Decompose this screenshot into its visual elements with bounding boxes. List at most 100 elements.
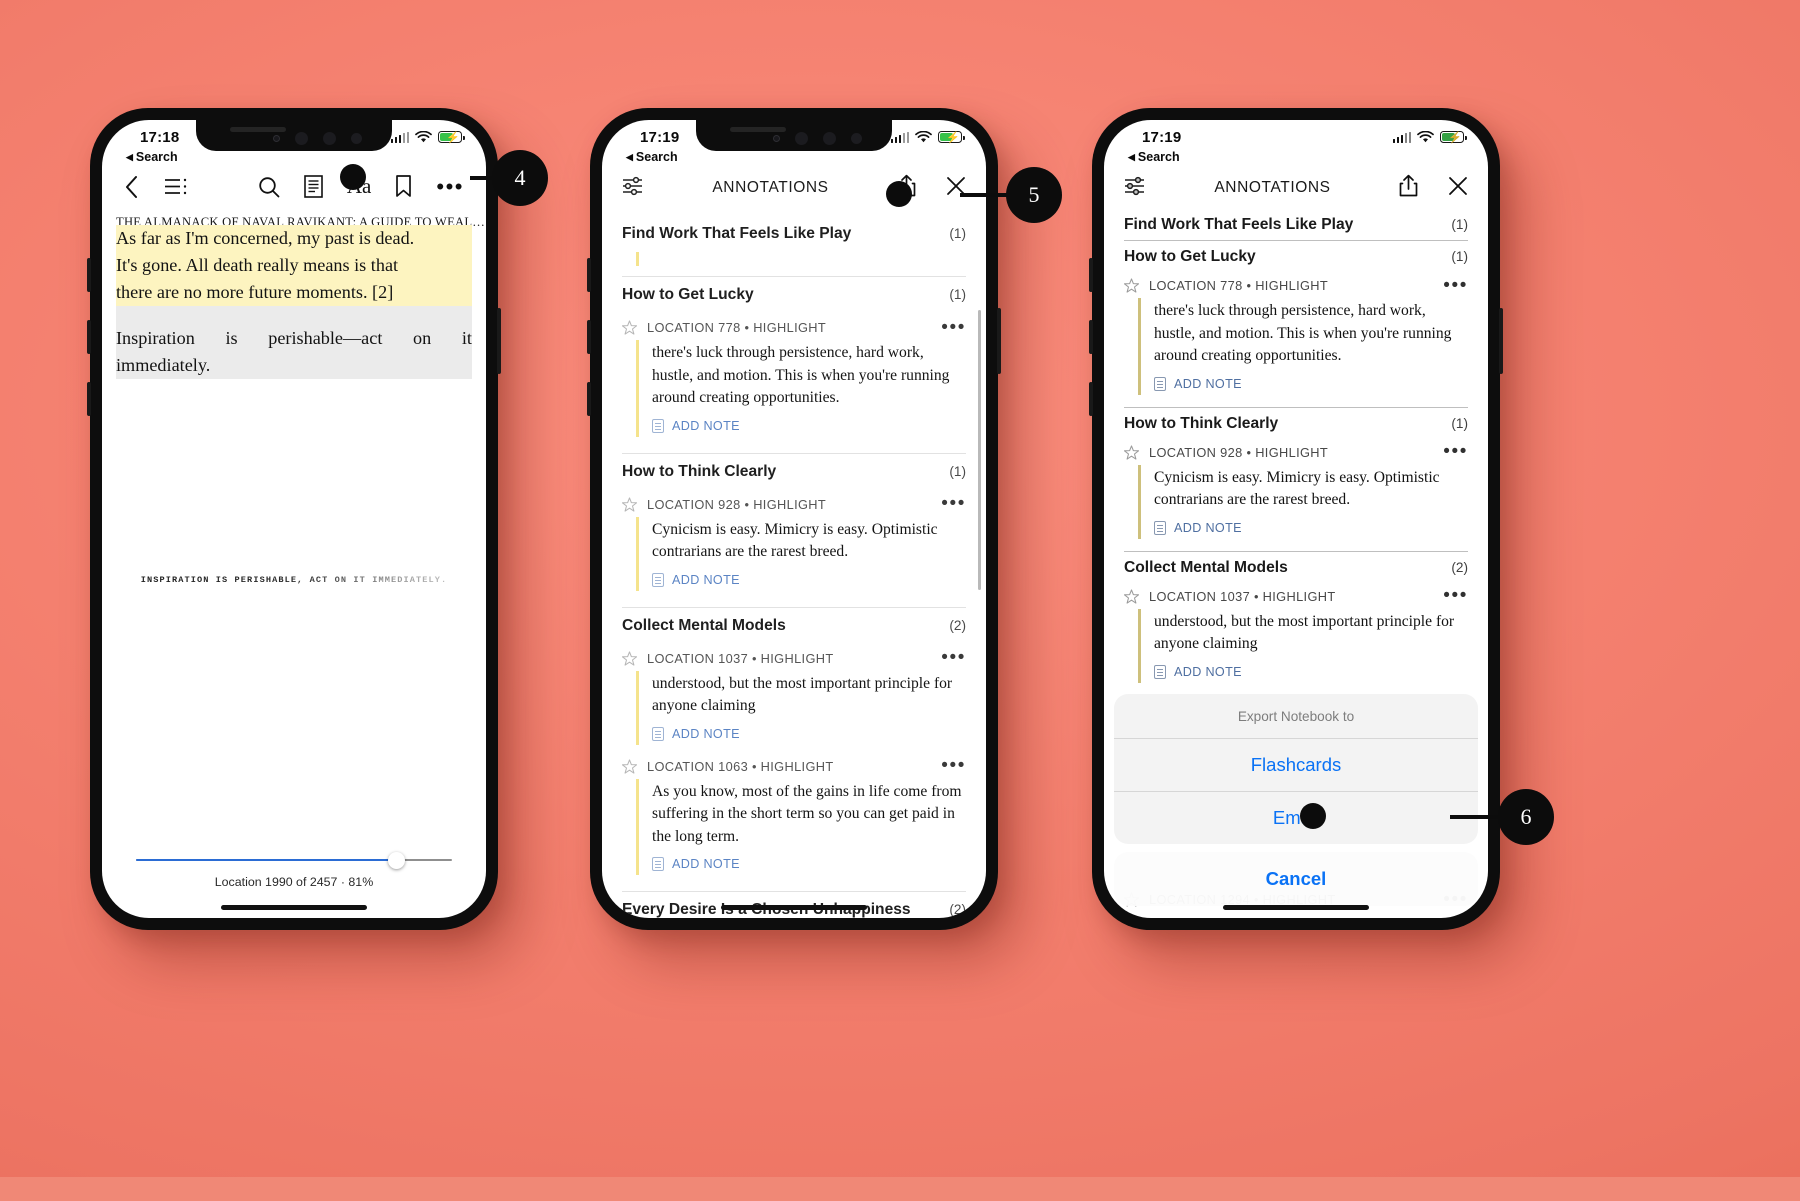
star-icon[interactable] bbox=[621, 496, 638, 512]
table-of-contents-icon[interactable] bbox=[165, 178, 187, 195]
chapter-header[interactable]: Find Work That Feels Like Play (1) bbox=[602, 216, 986, 252]
reader-toolbar: Aa ••• bbox=[102, 164, 486, 205]
add-note-label: ADD NOTE bbox=[1174, 520, 1242, 535]
chapter-header[interactable]: Collect Mental Models (2) bbox=[602, 608, 986, 644]
wifi-icon bbox=[915, 130, 932, 142]
chapter-header[interactable]: Find Work That Feels Like Play (1) bbox=[1104, 212, 1488, 240]
star-icon[interactable] bbox=[621, 758, 638, 774]
chapter-count: (1) bbox=[1451, 217, 1468, 232]
more-horizontal-icon[interactable]: ••• bbox=[941, 318, 966, 337]
camera-icon-2 bbox=[323, 132, 336, 145]
more-horizontal-icon[interactable]: ••• bbox=[941, 648, 966, 667]
notebook-icon[interactable] bbox=[304, 175, 323, 198]
close-icon[interactable] bbox=[1448, 176, 1468, 201]
note-location: LOCATION 928 • HIGHLIGHT bbox=[1149, 444, 1329, 460]
more-horizontal-icon[interactable]: ••• bbox=[1443, 442, 1468, 461]
status-indicators: ⚡ bbox=[390, 130, 465, 144]
more-horizontal-icon[interactable]: ••• bbox=[1443, 276, 1468, 295]
home-indicator[interactable] bbox=[221, 905, 367, 910]
camera-icon-1 bbox=[795, 132, 808, 145]
cellular-signal-icon bbox=[390, 131, 409, 143]
reading-progress-slider[interactable] bbox=[124, 851, 464, 869]
battery-charging-icon: ⚡ bbox=[438, 131, 465, 144]
note-text: there's luck through persistence, hard w… bbox=[1154, 302, 1452, 364]
callout-badge-6: 6 bbox=[1498, 789, 1554, 845]
note-page-icon bbox=[1154, 664, 1166, 679]
more-horizontal-icon[interactable]: ••• bbox=[941, 494, 966, 513]
note-location: LOCATION 1037 • HIGHLIGHT bbox=[1149, 588, 1336, 604]
export-flashcards-button[interactable]: Flashcards bbox=[1114, 738, 1478, 791]
status-time: 17:18 bbox=[140, 128, 180, 146]
bookmark-icon[interactable] bbox=[395, 175, 412, 198]
note-body: there's luck through persistence, hard w… bbox=[636, 340, 966, 437]
star-icon[interactable] bbox=[1123, 588, 1140, 604]
chapter-header[interactable]: How to Get Lucky (1) bbox=[1104, 241, 1488, 271]
note-text: understood, but the most important princ… bbox=[652, 674, 953, 715]
add-note-button[interactable]: ADD NOTE bbox=[1154, 520, 1468, 535]
clipped-note-stub bbox=[636, 252, 966, 266]
camera-icon-3 bbox=[351, 133, 362, 144]
location-text: Location 1990 of 2457 · 81% bbox=[214, 875, 374, 889]
notch bbox=[196, 120, 392, 151]
chapter-header[interactable]: How to Think Clearly (1) bbox=[1104, 408, 1488, 438]
filter-sliders-icon[interactable] bbox=[1124, 176, 1146, 201]
close-icon[interactable] bbox=[946, 176, 966, 201]
filter-sliders-icon[interactable] bbox=[622, 176, 644, 201]
chapter-header[interactable]: Collect Mental Models (2) bbox=[1104, 552, 1488, 582]
share-icon[interactable] bbox=[1399, 174, 1418, 202]
add-note-label: ADD NOTE bbox=[672, 726, 740, 741]
add-note-button[interactable]: ADD NOTE bbox=[1154, 664, 1468, 679]
note-body: understood, but the most important princ… bbox=[636, 670, 966, 745]
more-horizontal-icon[interactable]: ••• bbox=[1443, 586, 1468, 605]
chapter-header[interactable]: How to Get Lucky (1) bbox=[602, 277, 986, 313]
page-title: ANNOTATIONS bbox=[1214, 179, 1331, 196]
chapter-name: How to Think Clearly bbox=[1124, 414, 1279, 432]
sensor-dot-icon bbox=[273, 135, 280, 142]
phone-1-reader: 17:18 ⚡ ◀ Search ••• THE ALMANACK OF NAV… bbox=[87, 108, 501, 930]
note-header: LOCATION 778 • HIGHLIGHT ••• bbox=[602, 313, 986, 338]
battery-charging-icon: ⚡ bbox=[1440, 131, 1467, 144]
chapter-name: How to Think Clearly bbox=[622, 462, 777, 480]
chapter-count: (2) bbox=[949, 902, 966, 917]
phone-2-screen: 17:19 ⚡ ◀ Search ANNOTATIONS Find Work T… bbox=[602, 120, 986, 918]
note-header: LOCATION 1037 • HIGHLIGHT ••• bbox=[602, 644, 986, 669]
bottom-strip bbox=[0, 1177, 1800, 1201]
home-indicator[interactable] bbox=[721, 905, 867, 910]
scrollbar[interactable] bbox=[977, 310, 981, 590]
chevron-left-icon[interactable] bbox=[124, 175, 139, 199]
sheet-options-group: Export Notebook to Flashcards Email bbox=[1114, 694, 1478, 844]
more-horizontal-icon[interactable]: ••• bbox=[941, 756, 966, 775]
chapter-count: (1) bbox=[949, 463, 966, 479]
selection-band bbox=[116, 306, 472, 325]
earpiece-speaker bbox=[230, 127, 286, 132]
star-icon[interactable] bbox=[621, 320, 638, 335]
export-email-button[interactable]: Email bbox=[1114, 791, 1478, 844]
annotations-list[interactable]: Find Work That Feels Like Play (1) How t… bbox=[602, 216, 986, 918]
sheet-title: Export Notebook to bbox=[1237, 709, 1355, 724]
chapter-count: (1) bbox=[1451, 415, 1468, 431]
chapter-header[interactable]: How to Think Clearly (1) bbox=[602, 454, 986, 490]
callout-badge-5: 5 bbox=[1006, 167, 1062, 223]
star-icon[interactable] bbox=[621, 650, 638, 666]
slider-knob[interactable] bbox=[388, 851, 405, 869]
reader-footer: Location 1990 of 2457 · 81% bbox=[102, 851, 486, 918]
add-note-button[interactable]: ADD NOTE bbox=[652, 857, 966, 871]
home-indicator[interactable] bbox=[1223, 905, 1369, 910]
note-text: Cynicism is easy. Mimicry is easy. Optim… bbox=[1154, 468, 1440, 509]
status-indicators: ⚡ bbox=[890, 130, 965, 144]
add-note-button[interactable]: ADD NOTE bbox=[652, 418, 966, 433]
note-header: LOCATION 1063 • HIGHLIGHT ••• bbox=[602, 745, 986, 777]
star-icon[interactable] bbox=[1123, 444, 1140, 460]
cancel-button[interactable]: Cancel bbox=[1114, 852, 1478, 906]
star-icon[interactable] bbox=[1123, 278, 1140, 293]
add-note-button[interactable]: ADD NOTE bbox=[1154, 376, 1468, 391]
slider-filled bbox=[136, 858, 400, 862]
add-note-button[interactable]: ADD NOTE bbox=[652, 726, 966, 741]
more-horizontal-icon[interactable]: ••• bbox=[436, 175, 464, 197]
add-note-button[interactable]: ADD NOTE bbox=[652, 572, 966, 587]
chapter-count: (2) bbox=[949, 617, 966, 633]
search-icon[interactable] bbox=[258, 176, 280, 198]
note-location: LOCATION 928 • HIGHLIGHT bbox=[647, 496, 827, 512]
wifi-icon bbox=[415, 130, 432, 142]
note-page-icon bbox=[652, 572, 664, 587]
